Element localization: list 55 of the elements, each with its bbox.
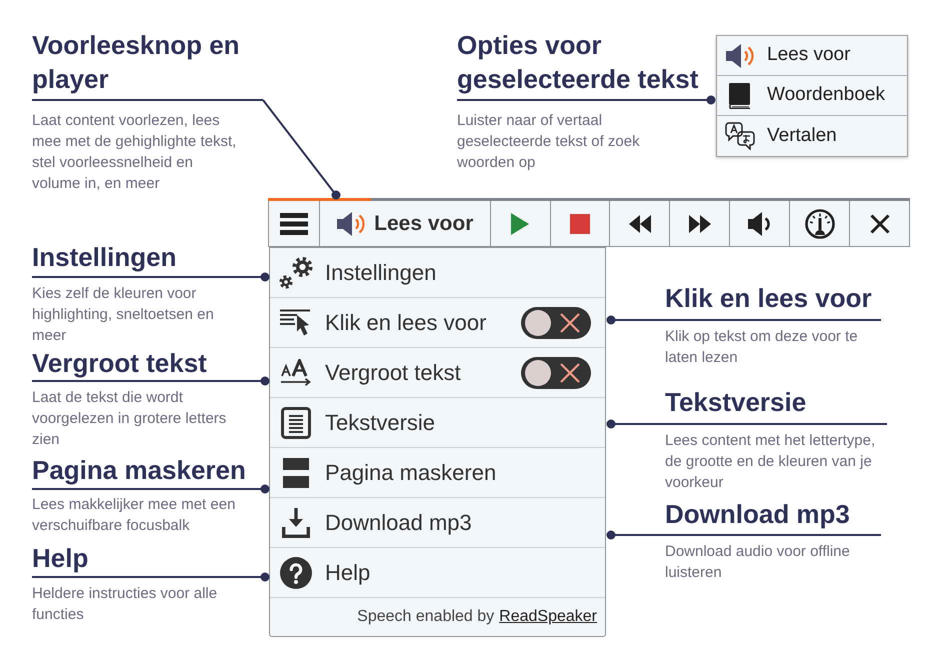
document-icon — [281, 406, 311, 438]
toggle-switch[interactable] — [521, 356, 591, 388]
fast-forward-icon — [688, 214, 711, 232]
gauge-icon — [804, 208, 835, 238]
callout-description: Lees content met het lettertype, de grootte en de kleuren van je voorkeur — [665, 431, 876, 493]
menu-item[interactable]: Klik en lees voor — [270, 298, 605, 348]
menu-item[interactable]: Pagina maskeren — [270, 448, 605, 498]
cross-icon — [560, 362, 580, 382]
help-icon — [280, 556, 312, 588]
menu-item[interactable]: Help — [270, 548, 605, 598]
credit-text: Speech enabled by — [357, 607, 494, 627]
callout-description: Lees makkelijker mee met een verschuifbare focusbalk — [32, 495, 236, 536]
callout-title: Pagina maskeren — [32, 454, 246, 487]
speaker-icon — [336, 210, 366, 236]
volume-icon — [746, 210, 773, 236]
popup-item[interactable]: Woordenboek — [717, 76, 907, 116]
speaker-icon — [725, 42, 755, 68]
translate-icon — [725, 122, 755, 150]
rewind-icon — [628, 214, 651, 232]
book-icon — [729, 82, 751, 108]
callout-title: Klik en lees voor — [665, 282, 872, 315]
menu-item[interactable]: Tekstversie — [270, 398, 605, 448]
stop-icon — [570, 214, 590, 234]
text-size-icon — [280, 358, 312, 386]
switch-knob — [525, 360, 551, 386]
readspeaker-link[interactable]: ReadSpeaker — [499, 605, 597, 629]
callout-title: Download mp3 — [665, 498, 850, 531]
mask-icon — [283, 458, 309, 488]
callout-title: Voorleesknop en player — [32, 29, 241, 96]
callout-title: Opties voor geselecteerde tekst — [457, 29, 700, 96]
callout-description: Laat content voorlezen, lees mee met de gehighlighte tekst, stel voorleessnelheid en volume in, en meer — [32, 111, 238, 194]
callout-description: Kies zelf de kleuren voor highlighting, sneltoetsen en meer — [32, 284, 215, 346]
gears-icon — [279, 256, 313, 288]
callout-title: Help — [32, 542, 88, 575]
cursor-on-lines-icon — [280, 308, 312, 336]
callout-description: Luister naar of vertaal geselecteerde tekst of zoek woorden op — [457, 111, 641, 173]
toggle-switch[interactable] — [521, 306, 591, 338]
menu-icon — [280, 212, 308, 234]
popup-item[interactable]: Lees voor — [717, 36, 907, 76]
play-icon — [510, 212, 530, 236]
menu-item[interactable]: Download mp3 — [270, 498, 605, 548]
callout-title: Instellingen — [32, 241, 176, 274]
callout-description: Download audio voor offline luisteren — [665, 542, 851, 583]
menu-item[interactable]: Instellingen — [270, 248, 605, 298]
close-icon — [870, 214, 890, 234]
callout-description: Heldere instructies voor alle functies — [32, 584, 218, 625]
menu-item[interactable]: Vergroot tekst — [270, 348, 605, 398]
callout-description: Laat de tekst die wordt voorgelezen in grotere letters zien — [32, 388, 228, 450]
callout-title: Vergroot tekst — [32, 347, 207, 380]
download-icon — [282, 508, 310, 538]
callout-title: Tekstversie — [665, 386, 806, 419]
callout-description: Klik op tekst om deze voor te laten lezen — [665, 327, 859, 368]
switch-knob — [525, 310, 551, 336]
popup-item[interactable]: Vertalen — [717, 116, 907, 156]
cross-icon — [560, 312, 580, 332]
